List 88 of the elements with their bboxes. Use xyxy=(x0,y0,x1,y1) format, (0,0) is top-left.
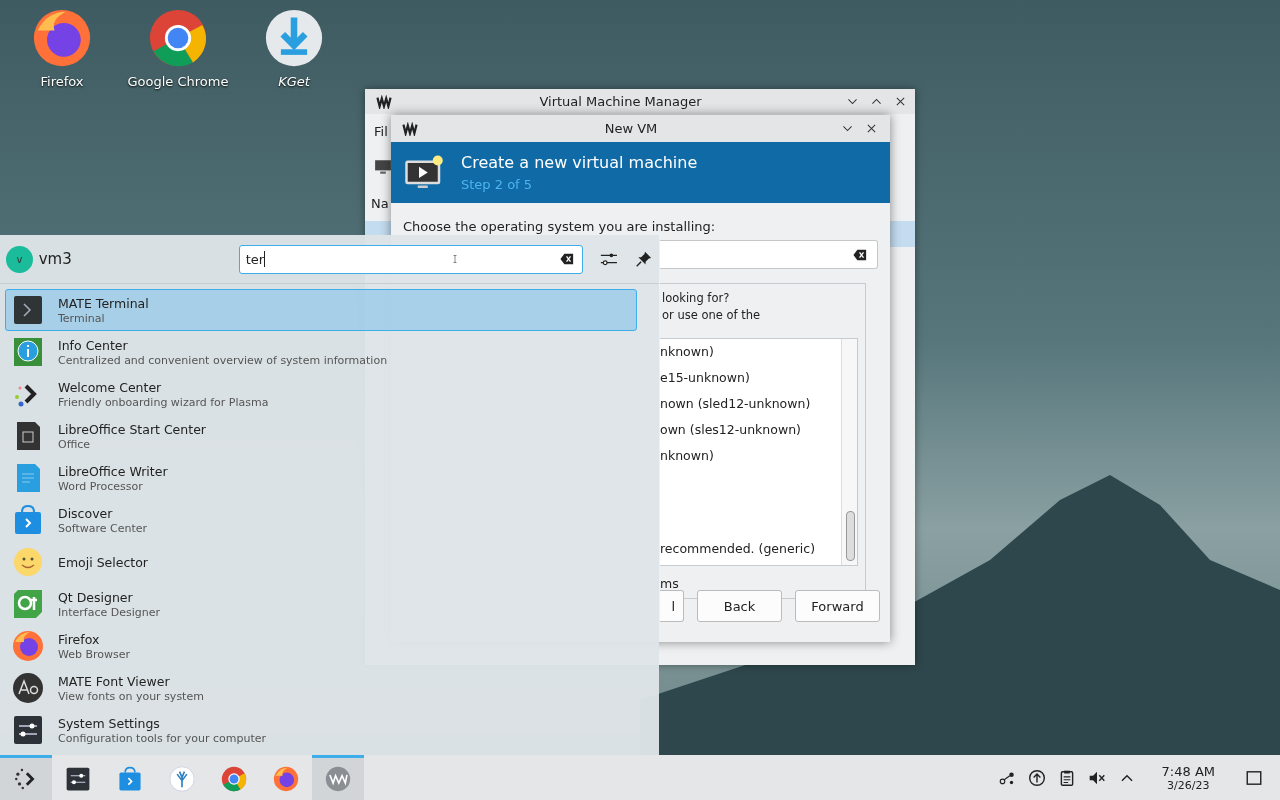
qt-logo-icon xyxy=(12,588,44,620)
app-description: Friendly onboarding wizard for Plasma xyxy=(58,395,269,409)
app-name: LibreOffice Start Center xyxy=(58,421,206,437)
app-description: Web Browser xyxy=(58,647,131,661)
app-description: View fonts on your system xyxy=(58,689,204,703)
flower-icon xyxy=(169,766,195,792)
step-label: Step 2 of 5 xyxy=(461,177,534,192)
app-description: Configuration tools for your computer xyxy=(58,731,267,745)
icon-label[interactable]: KGet xyxy=(278,74,310,89)
search-field[interactable] xyxy=(660,240,878,269)
result-item[interactable]: System Settings Configuration tools for your computer xyxy=(5,709,637,751)
pin-icon[interactable] xyxy=(635,250,653,268)
os-list-item[interactable]: e15-unknown) xyxy=(660,368,841,394)
scrollbar[interactable] xyxy=(841,339,857,565)
text-cursor xyxy=(264,251,266,267)
result-item[interactable]: Emoji Selector xyxy=(5,541,637,583)
result-item[interactable]: Info Center Centralized and convenient overview of system information xyxy=(5,331,637,373)
menu-item[interactable]: Fil xyxy=(374,124,388,139)
user-name: vm3 xyxy=(38,250,73,268)
app-name: Qt Designer xyxy=(58,589,134,605)
terminal-icon xyxy=(12,294,44,326)
scrollbar-thumb[interactable] xyxy=(846,511,855,561)
result-item[interactable]: Qt Designer Interface Designer xyxy=(5,583,637,625)
result-item[interactable]: MATE Font Viewer View fonts on your system xyxy=(5,667,637,709)
download-icon[interactable] xyxy=(264,8,324,68)
window-title: Virtual Machine Manager xyxy=(538,94,703,109)
shopping-bag-icon xyxy=(117,766,143,792)
app-description: Software Center xyxy=(58,521,147,535)
os-list-item[interactable]: recommended. (generic) xyxy=(660,539,841,565)
app-name: Discover xyxy=(58,505,114,521)
close-button[interactable] xyxy=(865,122,878,135)
search-text: ter xyxy=(245,251,265,267)
app-description: Interface Designer xyxy=(58,605,160,619)
result-item[interactable]: Welcome Center Friendly onboarding wizard for Plasma xyxy=(5,373,637,415)
window-title: New VM xyxy=(603,121,659,136)
info-text: or use one of the xyxy=(662,307,762,324)
result-item[interactable]: LibreOffice Writer Word Processor xyxy=(5,457,637,499)
app-name: Emoji Selector xyxy=(58,554,148,570)
checkbox-label[interactable]: ms xyxy=(660,566,865,591)
clear-icon[interactable] xyxy=(851,247,869,262)
sliders-icon xyxy=(12,714,44,746)
search-field[interactable]: ter xyxy=(238,244,584,274)
sliders-icon xyxy=(65,766,91,792)
banner-title: Create a new virtual machine xyxy=(461,153,698,172)
show-desktop-icon[interactable] xyxy=(1245,768,1263,787)
dialog-button[interactable]: Forward xyxy=(795,590,880,622)
update-icon[interactable] xyxy=(1027,768,1046,787)
app-name: MATE Terminal xyxy=(58,295,149,311)
app-name: Info Center xyxy=(58,337,129,353)
app-name: Welcome Center xyxy=(58,379,163,395)
app-name: Firefox xyxy=(58,631,101,647)
os-list-item[interactable]: nknown) xyxy=(660,446,841,472)
app-name: System Settings xyxy=(58,715,161,731)
app-name: LibreOffice Writer xyxy=(58,463,168,479)
firefox-icon[interactable] xyxy=(32,8,92,68)
result-item[interactable]: MATE Terminal Terminal xyxy=(5,289,637,331)
os-list-item[interactable]: nknown) xyxy=(660,342,841,368)
app-description: Terminal xyxy=(58,311,106,325)
dialog-button[interactable]: Back xyxy=(697,590,782,622)
monitor-icon[interactable] xyxy=(374,158,392,176)
result-item[interactable]: Discover Software Center xyxy=(5,499,637,541)
icon-label[interactable]: Firefox xyxy=(40,74,84,89)
icon-label[interactable]: Google Chrome xyxy=(127,74,229,89)
logo-icon xyxy=(325,766,351,792)
chrome-icon[interactable] xyxy=(148,8,208,68)
close-button[interactable] xyxy=(894,95,907,108)
result-item[interactable]: LibreOffice Start Center Office xyxy=(5,415,637,457)
info-text: looking for? xyxy=(662,290,731,307)
dialog-button[interactable]: l xyxy=(660,590,684,622)
os-list-item[interactable]: own (sles12-unknown) xyxy=(660,420,841,446)
chrome-icon xyxy=(221,766,247,792)
column-header: Na xyxy=(371,196,389,211)
clock[interactable]: 7:48 AM 3/26/23 xyxy=(1161,763,1215,792)
app-name: MATE Font Viewer xyxy=(58,673,171,689)
result-item[interactable]: Firefox Web Browser xyxy=(5,625,637,667)
shopping-bag-icon xyxy=(12,504,44,536)
app-description: Centralized and convenient overview of system information xyxy=(58,353,388,367)
os-list-item[interactable]: nown (sled12-unknown) xyxy=(660,394,841,420)
app-description: Office xyxy=(58,437,92,451)
prompt-text: Choose the operating system you are installing: xyxy=(403,219,716,234)
taskbar-item[interactable] xyxy=(0,755,52,800)
app-description: Word Processor xyxy=(58,479,144,493)
firefox-icon xyxy=(273,766,299,792)
font-icon xyxy=(12,672,44,704)
firefox-icon xyxy=(12,630,44,662)
info-icon xyxy=(12,336,44,368)
smiley-icon xyxy=(12,546,44,578)
avatar[interactable]: v xyxy=(6,245,33,273)
